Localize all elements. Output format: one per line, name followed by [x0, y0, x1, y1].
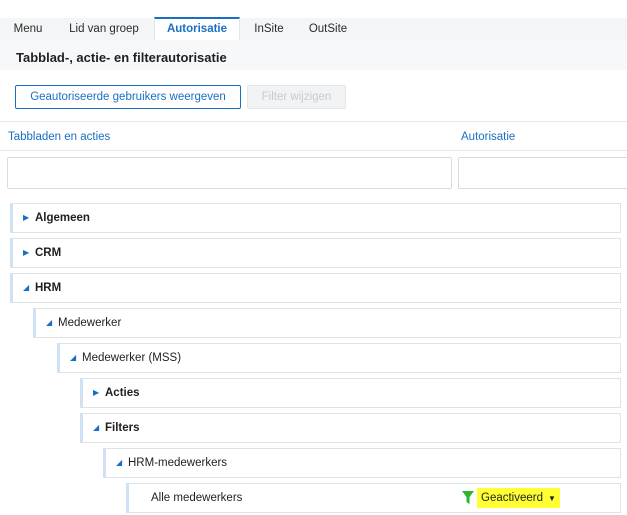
tree-item-label: Medewerker — [58, 317, 122, 329]
column-header-tabs-actions[interactable]: Tabbladen en acties — [8, 131, 110, 143]
show-authorized-users-button[interactable]: Geautoriseerde gebruikers weergeven — [15, 85, 241, 109]
top-strip — [0, 0, 627, 18]
tree-item-hrm-medewerkers[interactable]: ◢ HRM-medewerkers — [103, 448, 621, 478]
page-title: Tabblad-, actie- en filterautorisatie — [16, 50, 227, 65]
tab-bar: Menu Lid van groep Autorisatie InSite Ou… — [0, 17, 627, 41]
divider — [0, 121, 627, 122]
chevron-down-icon[interactable]: ◢ — [46, 309, 52, 337]
tree-item-acties[interactable]: ▶ Acties — [80, 378, 621, 408]
tree-item-label: Filters — [105, 422, 140, 434]
tree-item-medewerker-mss[interactable]: ◢ Medewerker (MSS) — [57, 343, 621, 373]
chevron-down-icon[interactable]: ◢ — [116, 449, 122, 477]
filter-icon — [462, 491, 474, 504]
filter-input-tabs-actions[interactable] — [7, 157, 452, 189]
column-header-authorization[interactable]: Autorisatie — [461, 131, 515, 143]
tree-item-crm[interactable]: ▶ CRM — [10, 238, 621, 268]
tree-item-label: Acties — [105, 387, 140, 399]
status-label: Geactiveerd — [481, 492, 544, 504]
tree-item-label: HRM-medewerkers — [128, 457, 228, 469]
tree-item-label: Algemeen — [35, 212, 90, 224]
tab-lid-van-groep[interactable]: Lid van groep — [60, 18, 148, 40]
chevron-right-icon[interactable]: ▶ — [93, 379, 99, 407]
tab-outsite[interactable]: OutSite — [300, 18, 356, 40]
tab-menu[interactable]: Menu — [8, 18, 48, 40]
tab-insite[interactable]: InSite — [248, 18, 290, 40]
status-dropdown[interactable]: Geactiveerd ▼ — [477, 488, 560, 508]
chevron-down-icon[interactable]: ◢ — [93, 414, 99, 442]
tab-autorisatie[interactable]: Autorisatie — [154, 17, 240, 41]
chevron-right-icon[interactable]: ▶ — [23, 239, 29, 267]
chevron-down-icon[interactable]: ◢ — [23, 274, 29, 302]
filter-input-authorization[interactable] — [458, 157, 627, 189]
chevron-right-icon[interactable]: ▶ — [23, 204, 29, 232]
tree-item-label: HRM — [35, 282, 62, 294]
tree-item-alle-medewerkers[interactable]: Alle medewerkers Geactiveerd ▼ — [126, 483, 621, 513]
chevron-down-icon[interactable]: ◢ — [70, 344, 76, 372]
tree-item-algemeen[interactable]: ▶ Algemeen — [10, 203, 621, 233]
caret-down-icon: ▼ — [548, 494, 556, 503]
tree-item-filters[interactable]: ◢ Filters — [80, 413, 621, 443]
tree-item-medewerker[interactable]: ◢ Medewerker — [33, 308, 621, 338]
divider — [0, 150, 627, 151]
tree-item-label: Medewerker (MSS) — [82, 352, 182, 364]
edit-filter-button: Filter wijzigen — [247, 85, 346, 109]
tree-item-label: CRM — [35, 247, 62, 259]
tree-item-label: Alle medewerkers — [151, 492, 243, 504]
tree-item-hrm[interactable]: ◢ HRM — [10, 273, 621, 303]
